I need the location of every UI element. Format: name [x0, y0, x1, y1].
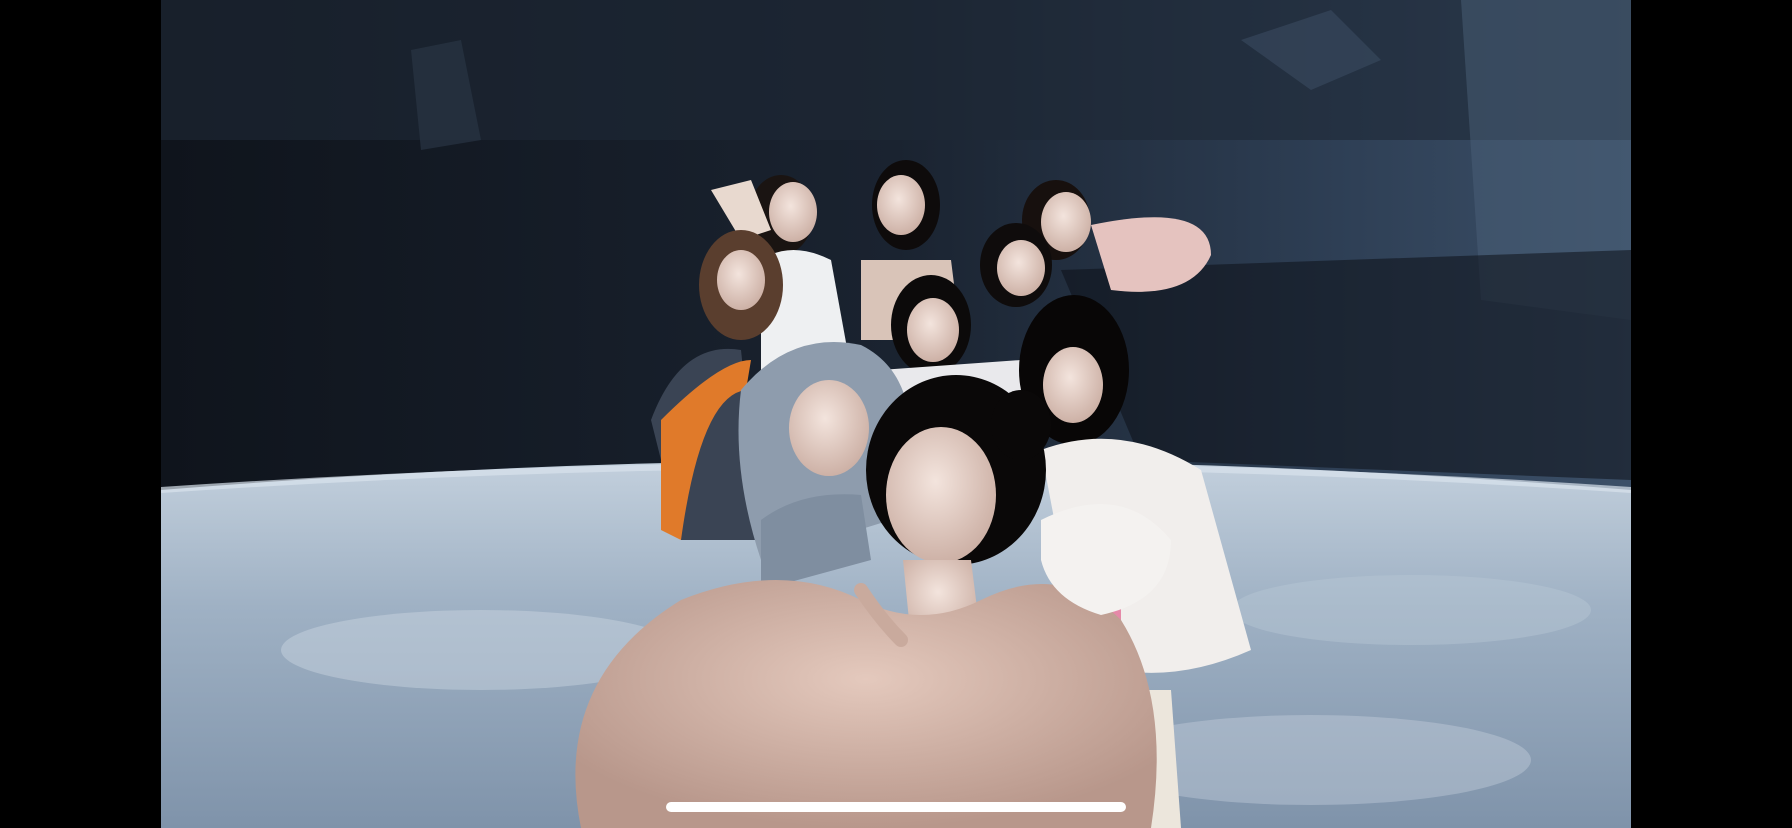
- home-indicator-bar[interactable]: [666, 802, 1126, 812]
- fullscreen-video-screen: [0, 0, 1792, 828]
- video-player[interactable]: [161, 0, 1631, 828]
- video-frame-image: [161, 0, 1631, 828]
